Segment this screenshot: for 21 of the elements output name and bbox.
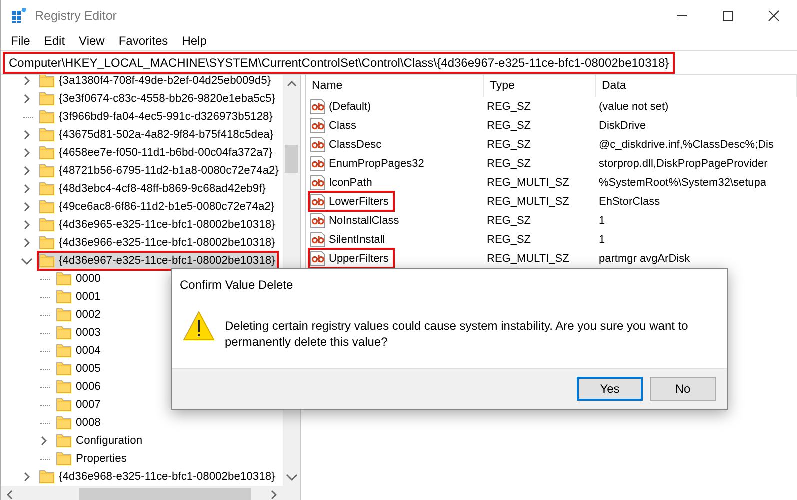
table-cell-text: REG_SZ: [486, 100, 532, 114]
table-cell-text: REG_SZ: [486, 214, 532, 228]
table-cell-text: REG_SZ: [486, 232, 532, 248]
table-cell-text: REG_MULTI_SZ: [486, 176, 570, 190]
table-cell-text: (value not set): [598, 100, 670, 114]
table-cell-text: partmgr avgArDisk: [598, 252, 692, 266]
table-cell-text: storprop.dll,DiskPropPageProvider: [598, 156, 769, 172]
table-cell-text: @c_diskdrive.inf,%ClassDesc%;Dis: [598, 138, 775, 152]
table-cell-text: EhStorClass: [598, 194, 662, 210]
table-cell-text: REG_MULTI_SZ: [486, 252, 570, 266]
table-cell-text: REG_SZ: [486, 138, 532, 152]
table-cell-text: REG_SZ: [486, 156, 532, 172]
dialog-message: Deleting certain registry values could cause system instability. Are you sure you want to permanently delete this value?: [225, 318, 690, 350]
window-title: Registry Editor: [35, 8, 117, 22]
dialog-title: Confirm Value Delete: [179, 277, 294, 294]
table-cell-text: 1: [598, 214, 606, 228]
table-cell-text: REG_SZ: [486, 118, 532, 134]
table-cell-text: REG_MULTI_SZ: [486, 194, 570, 210]
table-cell-text: %SystemRoot%\System32\setupa: [598, 176, 768, 190]
table-cell-text: DiskDrive: [598, 118, 648, 134]
table-cell-text: 1: [598, 232, 606, 248]
